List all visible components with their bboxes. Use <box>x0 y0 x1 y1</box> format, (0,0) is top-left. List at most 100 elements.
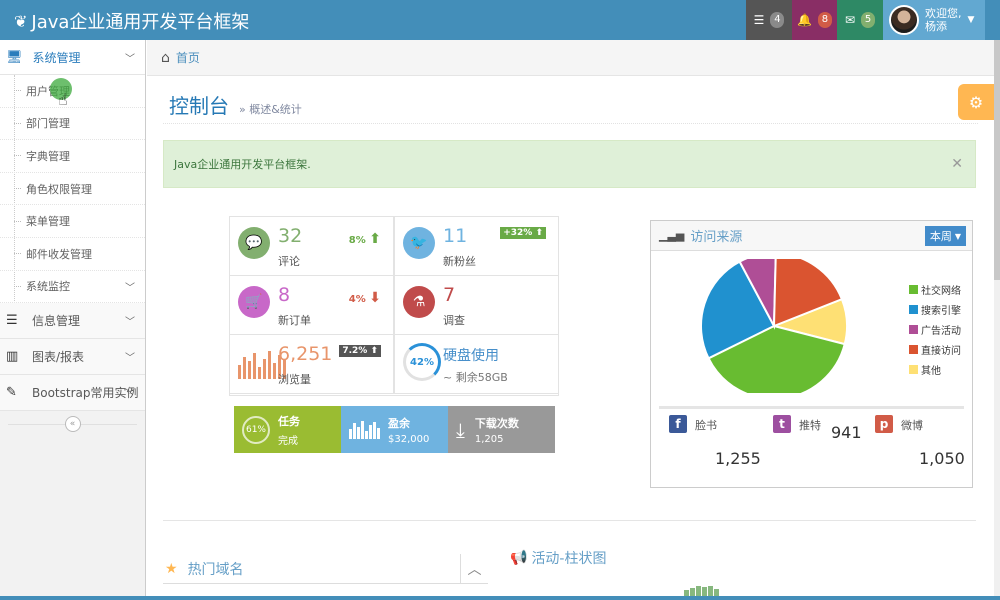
stat-value: 32 <box>278 225 303 247</box>
legend-label: 直接访问 <box>921 345 961 357</box>
submenu-item-menus[interactable]: 菜单管理 <box>0 205 145 238</box>
arrow-down-icon: ⬇ <box>369 290 381 306</box>
submenu-item-departments[interactable]: 部门管理 <box>0 108 145 141</box>
social-label: 推特 <box>799 419 821 432</box>
legend-swatch <box>909 364 918 374</box>
stat-pageviews: 6,251 浏览量 7.2% ⬆ <box>229 334 394 394</box>
activity-title: 活动-柱状图 <box>531 551 607 567</box>
activity-bars <box>684 586 719 596</box>
mini-bar-chart-icon <box>349 420 380 439</box>
legend-swatch <box>909 284 918 294</box>
pinterest-icon: p <box>875 415 893 433</box>
submenu-item-monitor[interactable]: 系统监控 ﹀ <box>0 271 145 304</box>
tasks-badge: 4 <box>770 12 785 28</box>
stat-label: 浏览量 <box>278 373 311 386</box>
scrollbar[interactable] <box>994 40 1000 596</box>
traffic-pie-chart <box>700 259 848 393</box>
tasks-button[interactable]: ☰ 4 <box>746 0 792 40</box>
sidebar-item-info[interactable]: ☰ 信息管理 ﹀ <box>0 303 145 340</box>
bar-chart-icon: ▥ <box>6 349 19 365</box>
legend-label: 社交网络 <box>921 285 961 297</box>
submenu-item-dictionary[interactable]: 字典管理 <box>0 140 145 173</box>
page-subtitle: » 概述&统计 <box>239 103 302 116</box>
home-icon: ⌂ <box>161 49 170 66</box>
legend-item: 搜索引擎 <box>909 299 961 319</box>
scroll-thumb[interactable] <box>994 40 1000 280</box>
info-boxes: 61% 任务 完成 盈余 $32,000 ⤓ 下载次数 1,205 <box>234 406 555 453</box>
legend-item: 直接访问 <box>909 339 961 359</box>
chevron-down-icon: ﹀ <box>125 317 135 329</box>
page-subtitle-text: 概述&统计 <box>249 103 302 116</box>
info-title: 盈余 <box>388 416 410 430</box>
legend-item: 社交网络 <box>909 279 961 299</box>
widget-title: 访问来源 <box>690 230 743 245</box>
section-divider <box>163 520 976 521</box>
stat-value: 6,251 <box>278 343 333 365</box>
sidebar-item-label: 信息管理 <box>32 314 81 329</box>
period-dropdown[interactable]: 本周 ▼ <box>924 226 966 246</box>
legend-label: 其他 <box>921 365 941 377</box>
desktop-icon: 🖥 <box>6 49 23 65</box>
breadcrumb: ⌂ 首页 <box>147 40 994 76</box>
collapse-icon[interactable]: « <box>64 416 81 433</box>
brand[interactable]: ❦ Java企业通用开发平台框架 <box>14 8 249 34</box>
stat-comments: 💬 32 评论 8% ⬆ <box>229 216 394 276</box>
infobox-balance: 盈余 $32,000 <box>341 406 448 453</box>
chevron-down-icon: ▼ <box>954 231 961 241</box>
activity-header: 📢 活动-柱状图 <box>510 548 607 568</box>
social-label: 脸书 <box>695 419 717 432</box>
notifications-button[interactable]: 🔔 8 <box>792 0 837 40</box>
arrow-up-icon: ⬆ <box>370 346 378 356</box>
star-icon: ★ <box>165 560 178 577</box>
breadcrumb-home[interactable]: 首页 <box>176 49 200 66</box>
stat-change-value: 7.2% <box>342 346 368 356</box>
submenu-item-mail[interactable]: 邮件收发管理 <box>0 238 145 271</box>
comments-icon: 💬 <box>238 227 270 259</box>
social-facebook: f 脸书 1,255 <box>669 415 769 475</box>
stat-label: ~ 剩余58GB <box>443 371 508 384</box>
system-submenu: 用户管理 部门管理 字典管理 角色权限管理 菜单管理 邮件收发管理 系统监控 ﹀ <box>0 75 145 304</box>
user-menu[interactable]: 欢迎您, 杨添 ▼ <box>883 0 985 40</box>
gear-icon: ⚙ <box>968 92 984 112</box>
sidebar-collapse: « <box>0 411 145 437</box>
stat-change-value: +32% <box>503 228 533 238</box>
stat-value: 11 <box>443 225 468 247</box>
shopping-cart-icon: 🛒 <box>238 286 270 318</box>
widget-header: ▁▃▅ 访问来源 本周 ▼ <box>651 221 972 251</box>
bottom-strip <box>0 596 1000 600</box>
stat-title: 硬盘使用 <box>443 348 499 364</box>
stat-change: 8% ⬆ <box>349 231 381 247</box>
stat-followers: 🐦 11 新粉丝 +32% ⬆ <box>394 216 559 276</box>
caret-down-icon: ▼ <box>967 15 975 25</box>
close-icon[interactable]: ✕ <box>951 156 963 172</box>
chevron-up-icon[interactable]: ︿ <box>460 553 488 584</box>
info-title: 任务 <box>278 414 300 428</box>
submenu-item-roles[interactable]: 角色权限管理 <box>0 173 145 206</box>
chevron-down-icon: ﹀ <box>125 53 135 65</box>
sidebar-item-bootstrap[interactable]: ✎ Bootstrap常用实例 ﹀ <box>0 375 145 412</box>
stats-panel: 💬 32 评论 8% ⬆ 🐦 11 新粉丝 +32% ⬆ 🛒 8 新订单 4% … <box>229 216 559 396</box>
sidebar-item-charts[interactable]: ▥ 图表/报表 ﹀ <box>0 339 145 376</box>
hot-domains-title: 热门域名 <box>187 561 244 578</box>
messages-badge: 5 <box>861 12 876 28</box>
stat-surveys: ⚗ 7 调查 <box>394 275 559 335</box>
pie-legend: 社交网络 搜索引擎 广告活动 直接访问 其他 <box>909 279 961 379</box>
avatar <box>889 5 919 35</box>
submenu-item-users[interactable]: 用户管理 <box>0 75 145 108</box>
settings-button[interactable]: ⚙ <box>958 84 994 120</box>
legend-label: 搜索引擎 <box>921 305 961 317</box>
social-twitter: t 推特 941 <box>773 415 873 475</box>
stat-disk: 42% 硬盘使用 ~ 剩余58GB <box>394 334 559 394</box>
twitter-icon: t <box>773 415 791 433</box>
stat-label: 调查 <box>443 314 465 327</box>
signal-icon: ▁▃▅ <box>659 229 685 242</box>
stat-label: 新粉丝 <box>443 255 476 268</box>
page-title: 控制台 <box>169 94 229 118</box>
stat-value: 7 <box>443 284 456 306</box>
messages-button[interactable]: ✉ 5 <box>837 0 883 40</box>
social-value: 1,050 <box>919 449 965 468</box>
alert-text: Java企业通用开发平台框架. <box>174 158 311 171</box>
sidebar-item-system[interactable]: 🖥 系统管理 ﹀ <box>0 40 145 75</box>
sidebar-item-label: Bootstrap常用实例 <box>32 386 139 401</box>
social-value: 941 <box>831 423 862 442</box>
